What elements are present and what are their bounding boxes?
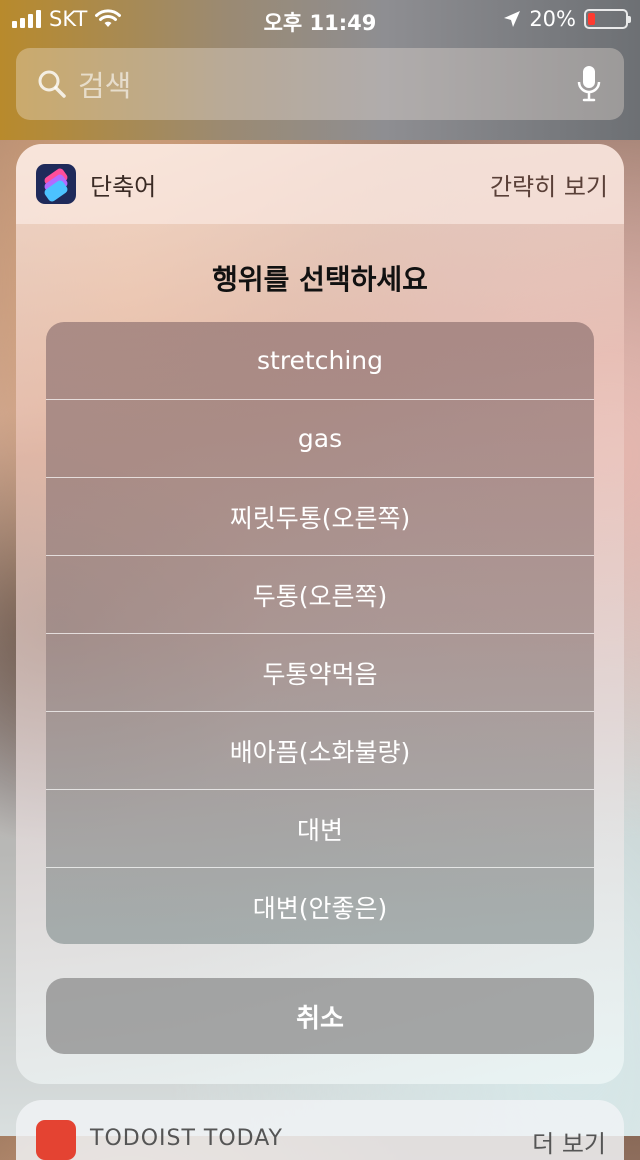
- search-bar[interactable]: 검색: [16, 48, 624, 120]
- cancel-button[interactable]: 취소: [46, 978, 594, 1054]
- location-arrow-icon: [504, 11, 521, 27]
- action-option-headache-right[interactable]: 두통(오른쪽): [46, 556, 594, 634]
- action-prompt: 행위를 선택하세요: [212, 263, 428, 296]
- action-option-bowel-movement-bad[interactable]: 대변(안좋은): [46, 868, 594, 944]
- widget-header: 단축어 간략히 보기: [16, 144, 624, 224]
- action-option-bowel-movement[interactable]: 대변: [46, 790, 594, 868]
- action-option-gas[interactable]: gas: [46, 400, 594, 478]
- shortcuts-widget: 단축어 간략히 보기 행위를 선택하세요 stretching gas 찌릿두통…: [16, 144, 624, 1084]
- todoist-widget-title: TODOIST TODAY: [90, 1126, 283, 1151]
- action-option-stomachache[interactable]: 배아픔(소화불량): [46, 712, 594, 790]
- battery-icon: [584, 9, 631, 29]
- action-option-tingling-headache-right[interactable]: 찌릿두통(오른쪽): [46, 478, 594, 556]
- action-option-stretching[interactable]: stretching: [46, 322, 594, 400]
- shortcuts-app-icon: [36, 164, 76, 204]
- widget-app-name: 단축어: [90, 172, 157, 201]
- search-icon: [38, 70, 66, 98]
- show-less-button[interactable]: 간략히 보기: [490, 167, 608, 202]
- todoist-widget: TODOIST TODAY 더 보기: [16, 1100, 624, 1160]
- show-more-button[interactable]: 더 보기: [532, 1124, 606, 1159]
- battery-percent: 20%: [529, 7, 576, 31]
- search-placeholder[interactable]: 검색: [78, 63, 576, 105]
- action-option-took-headache-medicine[interactable]: 두통약먹음: [46, 634, 594, 712]
- status-bar: SKT 오후 11:49 20%: [0, 0, 640, 40]
- microphone-icon[interactable]: [576, 64, 602, 104]
- todoist-app-icon: [36, 1120, 76, 1160]
- action-options-list: stretching gas 찌릿두통(오른쪽) 두통(오른쪽) 두통약먹음 배…: [46, 322, 594, 944]
